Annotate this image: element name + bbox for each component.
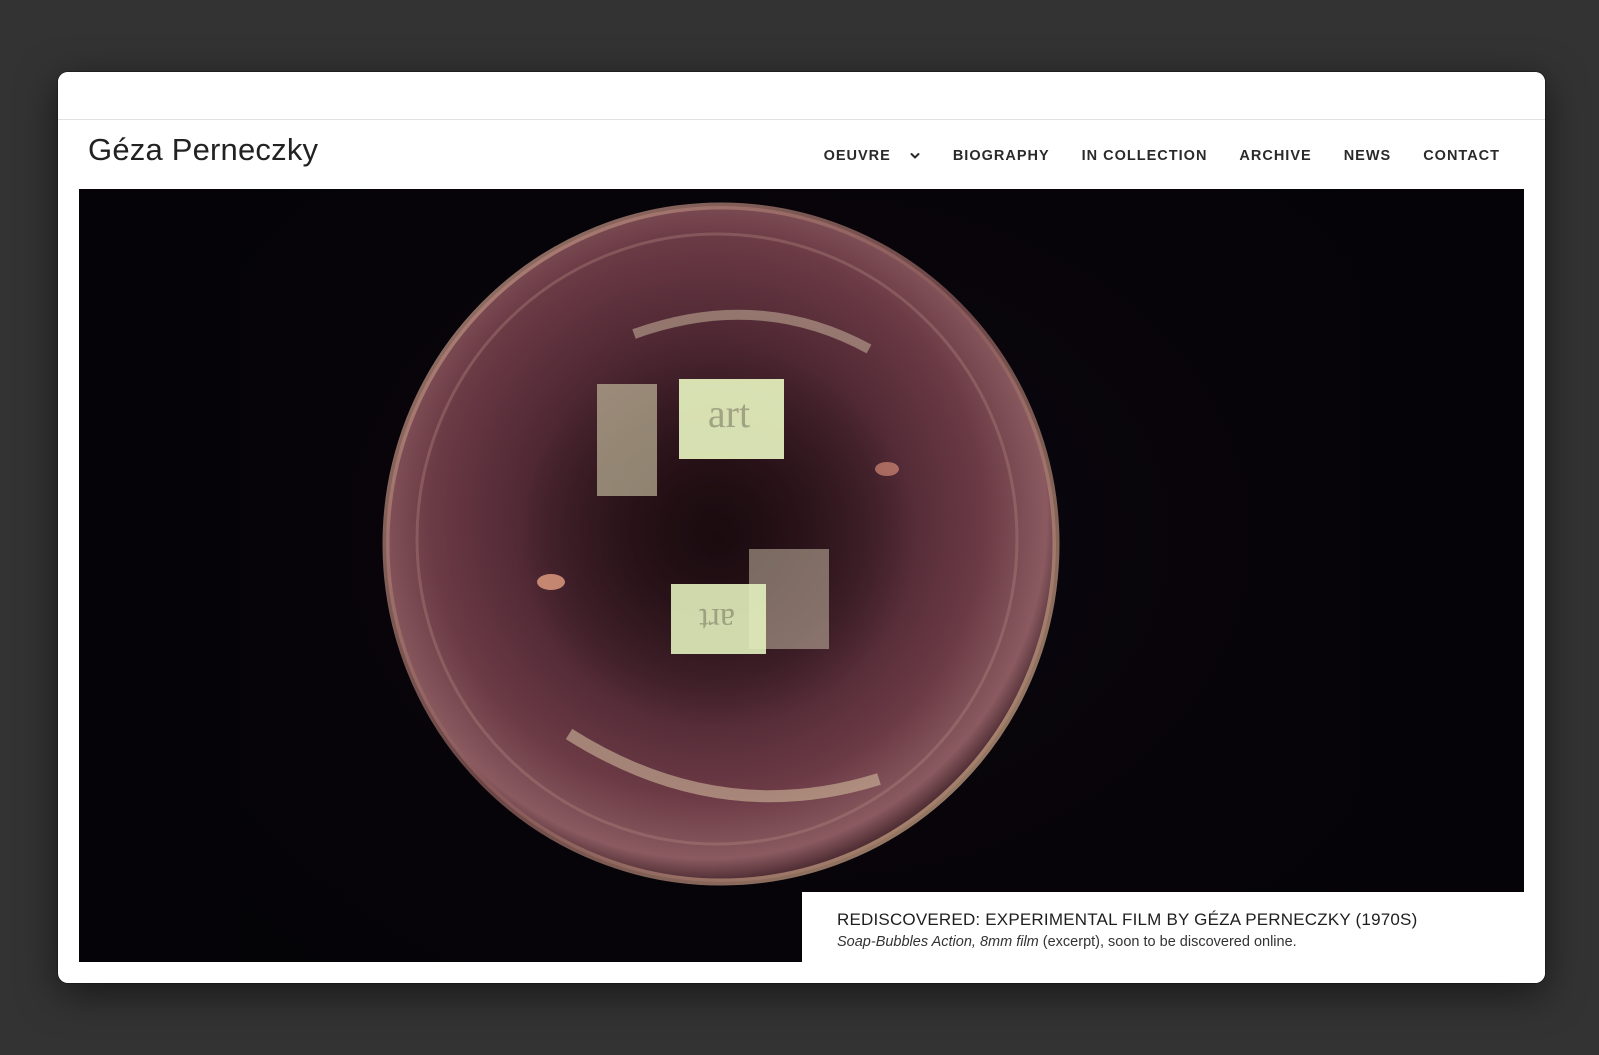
nav-item-oeuvre[interactable]: OEUVRE — [824, 148, 921, 164]
chevron-down-icon[interactable] — [909, 150, 921, 162]
browser-top-bar — [58, 72, 1545, 120]
caption-film-title: Soap-Bubbles Action, 8mm film — [837, 934, 1039, 950]
caption-subtitle: Soap-Bubbles Action, 8mm film (excerpt),… — [837, 934, 1297, 950]
svg-text:art: art — [699, 601, 735, 638]
nav-item-in-collection[interactable]: IN COLLECTION — [1082, 148, 1208, 164]
site-title[interactable]: Géza Perneczky — [88, 132, 318, 168]
nav-item-label: OEUVRE — [823, 148, 891, 164]
site-header: Géza Perneczky OEUVRE BIOGRAPHY IN COLLE… — [58, 120, 1545, 190]
caption-title[interactable]: REDISCOVERED: EXPERIMENTAL FILM BY GÉZA … — [837, 910, 1417, 930]
nav-item-contact[interactable]: CONTACT — [1423, 148, 1500, 164]
nav-item-news[interactable]: NEWS — [1344, 148, 1392, 164]
browser-window: Géza Perneczky OEUVRE BIOGRAPHY IN COLLE… — [58, 72, 1545, 983]
main-nav: OEUVRE BIOGRAPHY IN COLLECTION ARCHIVE N… — [824, 144, 1500, 168]
hero-caption: REDISCOVERED: EXPERIMENTAL FILM BY GÉZA … — [802, 892, 1545, 983]
soap-bubble-image: art art — [382, 202, 1060, 886]
caption-film-note: (excerpt), soon to be discovered online. — [1038, 934, 1297, 950]
svg-text:art: art — [708, 391, 750, 436]
hero-video[interactable]: art art — [79, 189, 1524, 962]
nav-item-archive[interactable]: ARCHIVE — [1239, 148, 1311, 164]
nav-item-biography[interactable]: BIOGRAPHY — [953, 148, 1050, 164]
